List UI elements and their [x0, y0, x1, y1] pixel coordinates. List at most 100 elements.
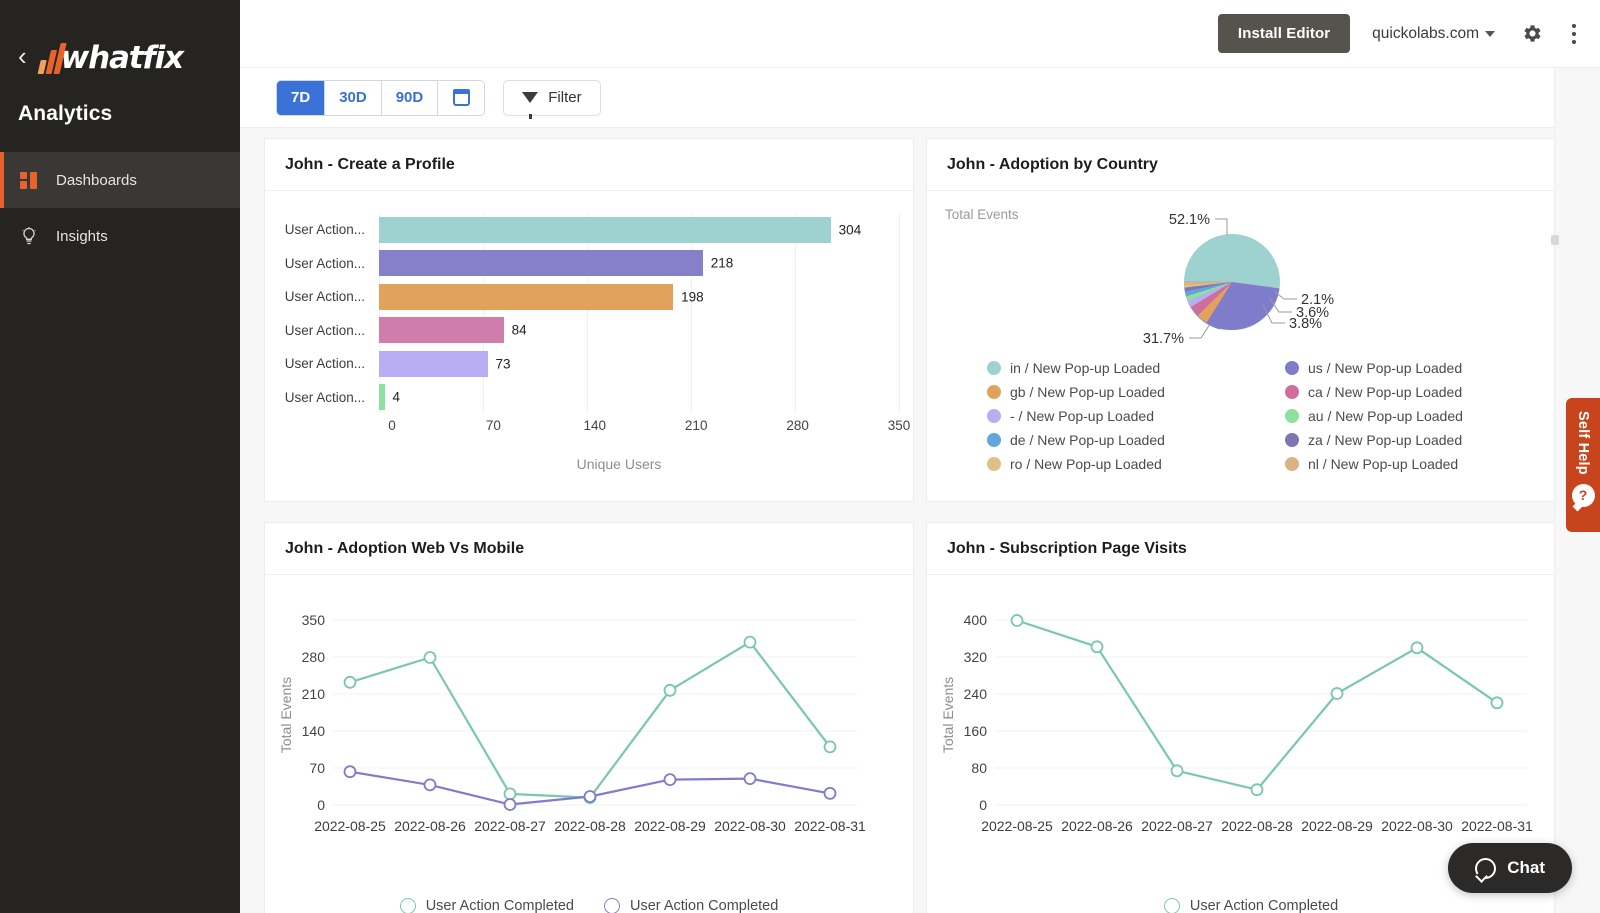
- legend-swatch: [987, 457, 1001, 471]
- account-domain-dropdown[interactable]: quickolabs.com: [1372, 25, 1495, 43]
- bar-fill[interactable]: [379, 350, 488, 377]
- legend-item[interactable]: User Action Completed: [604, 898, 778, 913]
- filter-button[interactable]: Filter: [503, 79, 601, 119]
- sidebar-nav: Dashboards Insights: [0, 152, 240, 264]
- pie-chart: Total Events 52.1% 31.7% 3.8% 3.6% 2.1% …: [927, 191, 1575, 501]
- bar-track: 218: [379, 250, 899, 277]
- bar-row: User Action... 84: [279, 314, 899, 348]
- account-domain-label: quickolabs.com: [1372, 24, 1479, 42]
- x-axis-labels: 2022-08-25 2022-08-26 2022-08-27 2022-08…: [981, 818, 1533, 834]
- bar-track: 4: [379, 384, 899, 411]
- legend-item[interactable]: gb / New Pop-up Loaded: [987, 380, 1267, 404]
- legend-item[interactable]: ro / New Pop-up Loaded: [987, 452, 1267, 476]
- y-tick-label: 140: [302, 723, 326, 739]
- legend-item[interactable]: au / New Pop-up Loaded: [1285, 404, 1565, 428]
- x-tick-label: 140: [583, 418, 607, 433]
- legend-label: in / New Pop-up Loaded: [1010, 360, 1161, 376]
- gridlines: [995, 619, 1527, 806]
- y-tick-label: 350: [302, 612, 326, 628]
- chat-bubble-icon: [1475, 857, 1497, 879]
- pie-slices-precise[interactable]: [1184, 234, 1280, 330]
- chat-button[interactable]: Chat: [1448, 843, 1572, 893]
- legend-item[interactable]: us / New Pop-up Loaded: [1285, 356, 1565, 380]
- y-axis-title: Total Events: [278, 677, 294, 753]
- bar-fill[interactable]: [379, 317, 504, 344]
- x-axis-labels: 2022-08-25 2022-08-26 2022-08-27 2022-08…: [314, 818, 866, 834]
- dashboard-grid-icon: [18, 169, 40, 191]
- bar-value-label: 4: [392, 389, 401, 405]
- x-tick-label: 2022-08-28: [1221, 818, 1293, 834]
- more-options-button[interactable]: [1566, 20, 1582, 48]
- vertical-scrollbar-thumb[interactable]: [1551, 235, 1559, 245]
- whatfix-logo[interactable]: whatfix: [37, 39, 184, 76]
- chevron-left-icon[interactable]: ‹: [18, 43, 27, 69]
- y-tick-label: 80: [971, 760, 987, 776]
- bar-fill[interactable]: [379, 216, 831, 243]
- bar-value-label: 304: [838, 222, 862, 238]
- y-tick-label: 320: [964, 649, 988, 665]
- bar-value-label: 198: [681, 289, 704, 305]
- card-body: User Action... 304 User Action... 218 Us…: [265, 191, 913, 501]
- bar-value-label: 73: [495, 356, 511, 372]
- logo-text: whatfix: [60, 39, 184, 76]
- legend-swatch: [987, 385, 1001, 399]
- bar-track: 304: [379, 216, 899, 243]
- sidebar: ‹ whatfix Analytics Dashboards Insights: [0, 0, 240, 913]
- range-30d-button[interactable]: 30D: [325, 80, 382, 115]
- dashboard-grid: John - Create a Profile User Action... 3…: [240, 128, 1600, 913]
- card-adoption-by-country: John - Adoption by Country Total Events: [926, 138, 1576, 502]
- legend-item[interactable]: in / New Pop-up Loaded: [987, 356, 1267, 380]
- legend-swatch: [987, 361, 1001, 375]
- bar-row: User Action... 304: [279, 213, 899, 247]
- custom-date-range-button[interactable]: [438, 80, 485, 115]
- bar-fill[interactable]: [379, 283, 674, 310]
- bar-row: User Action... 218: [279, 247, 899, 281]
- legend-item[interactable]: za / New Pop-up Loaded: [1285, 428, 1565, 452]
- legend-item[interactable]: User Action Completed: [1163, 898, 1339, 913]
- legend-item[interactable]: ca / New Pop-up Loaded: [1285, 380, 1565, 404]
- bar-chart: User Action... 304 User Action... 218 Us…: [265, 191, 913, 501]
- bar-track: 73: [379, 350, 899, 377]
- x-tick-label: 2022-08-31: [1461, 818, 1533, 834]
- self-help-tab[interactable]: Self Help ?: [1566, 398, 1600, 532]
- legend-label: gb / New Pop-up Loaded: [1010, 384, 1165, 400]
- legend-swatch: [1285, 457, 1299, 471]
- bar-chart-rows: User Action... 304 User Action... 218 Us…: [279, 213, 899, 414]
- bar-row: User Action... 4: [279, 381, 899, 415]
- bar-category-label: User Action...: [284, 389, 365, 405]
- bar-fill[interactable]: [379, 250, 703, 277]
- sidebar-item-insights[interactable]: Insights: [0, 208, 240, 264]
- funnel-icon: [522, 92, 539, 119]
- legend-label: User Action Completed: [1189, 898, 1339, 913]
- sidebar-item-dashboards[interactable]: Dashboards: [0, 152, 240, 208]
- app-root: ‹ whatfix Analytics Dashboards Insights …: [0, 0, 1600, 913]
- chevron-down-icon: [1485, 30, 1495, 37]
- pie-chart-svg: 52.1% 31.7% 3.8% 3.6% 2.1%: [1143, 212, 1334, 347]
- bar-category-label: User Action...: [284, 289, 365, 305]
- legend-swatch: [987, 409, 1001, 423]
- x-tick-label: 210: [684, 418, 708, 433]
- legend-item[interactable]: - / New Pop-up Loaded: [987, 404, 1267, 428]
- legend-item[interactable]: de / New Pop-up Loaded: [987, 428, 1267, 452]
- y-axis-title: Total Events: [940, 677, 956, 753]
- gear-icon: [1524, 25, 1541, 42]
- range-90d-button[interactable]: 90D: [381, 80, 439, 115]
- card-body: Total Events 52.1% 31.7% 3.8% 3.6% 2.1% …: [927, 191, 1575, 501]
- legend-item[interactable]: User Action Completed: [399, 898, 574, 913]
- install-editor-button[interactable]: Install Editor: [1217, 14, 1351, 53]
- legend-marker: [1163, 898, 1180, 913]
- legend-item[interactable]: nl / New Pop-up Loaded: [1285, 452, 1565, 476]
- y-tick-label: 160: [964, 723, 988, 739]
- bar-fill[interactable]: [379, 384, 385, 411]
- settings-gear-button[interactable]: [1521, 22, 1544, 45]
- y-tick-label: 210: [302, 686, 326, 702]
- question-mark-icon: ?: [1571, 483, 1595, 507]
- pie-callout: 52.1%: [1169, 212, 1210, 228]
- x-tick-label: 2022-08-29: [1301, 818, 1373, 834]
- y-tick-label: 0: [979, 797, 987, 813]
- gridlines: [333, 619, 857, 806]
- legend-label: ca / New Pop-up Loaded: [1308, 384, 1463, 400]
- x-tick-label: 350: [887, 418, 911, 433]
- range-7d-button[interactable]: 7D: [277, 80, 326, 115]
- x-tick-label: 2022-08-26: [1061, 818, 1133, 834]
